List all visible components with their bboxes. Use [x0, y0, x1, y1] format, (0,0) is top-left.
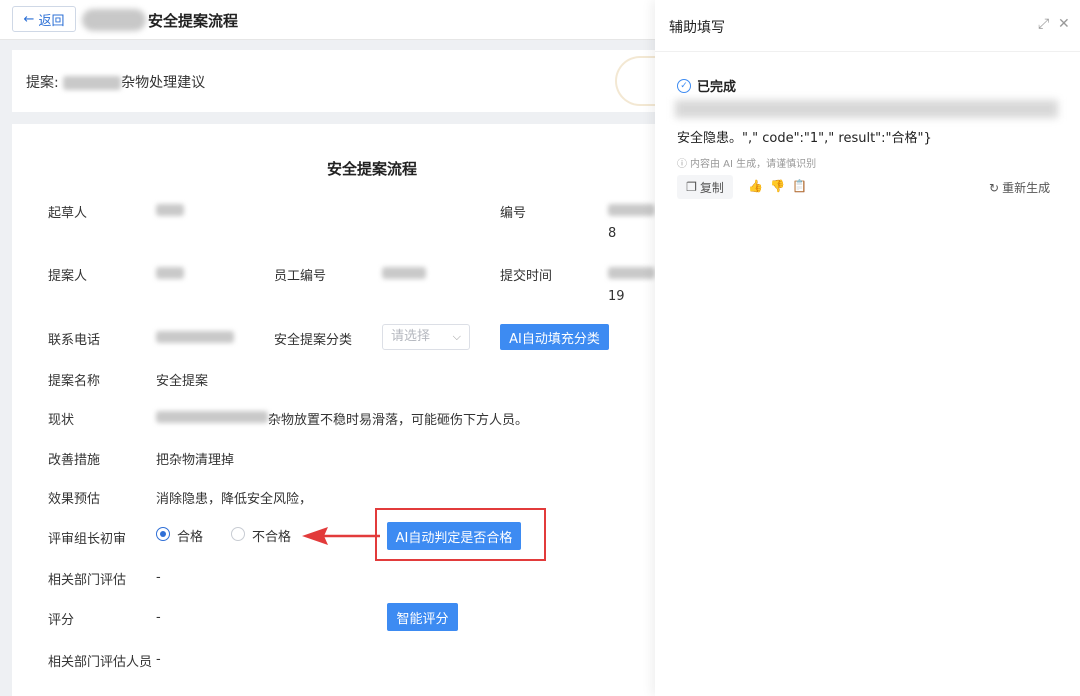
review-label: 评审组长初审 — [48, 532, 127, 547]
refresh-icon: ↻ — [989, 180, 1000, 195]
ai-fill-category-button[interactable]: AI自动填充分类 — [500, 324, 609, 350]
number-value — [608, 204, 655, 216]
arrow-left-icon: ← — [23, 11, 35, 27]
submit-time-label: 提交时间 — [500, 269, 553, 284]
redacted-result-line — [675, 100, 1058, 118]
phone-label: 联系电话 — [48, 333, 101, 348]
page-title: 安全提案流程 — [148, 12, 239, 30]
fail-label: 不合格 — [252, 530, 292, 545]
back-label: 返回 — [38, 13, 65, 29]
info-icon: ⓘ — [677, 159, 687, 170]
effect-value: 消除隐患，降低安全风险， — [156, 492, 313, 507]
number-label: 编号 — [500, 206, 527, 221]
proposal-name-value: 安全提案 — [156, 374, 209, 389]
status-label: 现状 — [48, 413, 75, 428]
score-label: 评分 — [48, 613, 75, 628]
form-title: 安全提案流程 — [326, 160, 417, 178]
ai-judge-button[interactable]: AI自动判定是否合格 — [387, 522, 521, 550]
redacted-title-prefix — [82, 9, 146, 31]
close-icon[interactable]: ✕ — [1058, 16, 1070, 32]
category-select[interactable]: 请选择 ⌵ — [382, 324, 470, 350]
pass-radio[interactable] — [156, 527, 170, 541]
improve-value: 把杂物清理掉 — [156, 453, 235, 468]
status-value: 杂物放置不稳时易滑落，可能砸伤下方人员。 — [268, 413, 529, 428]
regenerate-label: 重新生成 — [1002, 181, 1051, 195]
proposal-header-card: 提案: 杂物处理建议 — [12, 50, 655, 112]
proposal-name: 提案: 杂物处理建议 — [26, 72, 205, 92]
pointer-arrow-icon — [302, 527, 380, 545]
drafter-label: 起草人 — [48, 206, 88, 221]
assistant-panel-header: 辅助填写 ⤢ ✕ — [655, 0, 1080, 52]
copy-icon: ❐ — [686, 180, 697, 194]
dept-person-value: - — [156, 652, 161, 667]
status-row: ✓ 已完成 — [677, 76, 736, 95]
back-button[interactable]: ← 返回 — [12, 6, 76, 32]
seal-watermark — [615, 56, 655, 106]
copy-button[interactable]: ❐ 复制 — [677, 175, 733, 199]
improve-label: 改善措施 — [48, 453, 101, 468]
fail-radio[interactable] — [231, 527, 245, 541]
phone-value — [156, 331, 234, 343]
drafter-value — [156, 204, 184, 216]
employee-no-label: 员工编号 — [274, 269, 327, 284]
dept-eval-label: 相关部门评估 — [48, 573, 127, 588]
dept-eval-value: - — [156, 570, 161, 585]
proposal-name-suffix: 杂物处理建议 — [121, 75, 206, 91]
redacted-text — [63, 76, 122, 90]
assistant-panel: 辅助填写 ⤢ ✕ ✓ 已完成 安全隐患。"," code":"1"," resu… — [655, 0, 1080, 696]
proposer-label: 提案人 — [48, 269, 88, 284]
proposal-form: 安全提案流程 起草人 编号 8 提案人 员工编号 提交时间 19 联系电话 安全… — [12, 124, 655, 696]
proposer-value — [156, 267, 184, 279]
category-label: 安全提案分类 — [274, 333, 353, 348]
check-circle-icon: ✓ — [677, 78, 691, 93]
result-text: 安全隐患。"," code":"1"," result":"合格"} — [677, 131, 932, 146]
clipboard-icon[interactable]: 📋 — [792, 179, 807, 193]
copy-label: 复制 — [699, 180, 724, 195]
assistant-title: 辅助填写 — [669, 20, 725, 36]
dept-person-label: 相关部门评估人员 — [48, 655, 153, 670]
employee-no-value — [382, 267, 426, 279]
number-value-tail: 8 — [608, 226, 617, 241]
category-placeholder: 请选择 — [391, 329, 431, 344]
thumbs-down-icon[interactable]: 👎 — [770, 179, 785, 193]
proposal-name-label: 提案名称 — [48, 374, 101, 389]
status-redacted — [156, 411, 268, 423]
proposal-prefix: 提案: — [26, 75, 59, 91]
pass-label: 合格 — [177, 530, 204, 545]
regenerate-button[interactable]: ↻ 重新生成 — [989, 179, 1050, 196]
thumbs-up-icon[interactable]: 👍 — [748, 179, 763, 193]
ai-note: ⓘ 内容由 AI 生成，请谨慎识别 — [677, 155, 816, 170]
ai-note-text: 内容由 AI 生成，请谨慎识别 — [690, 159, 817, 170]
expand-icon[interactable]: ⤢ — [1038, 16, 1049, 32]
submit-time-value — [608, 267, 655, 279]
score-value: - — [156, 610, 161, 625]
smart-score-button[interactable]: 智能评分 — [387, 603, 458, 631]
chevron-down-icon: ⌵ — [452, 330, 461, 343]
effect-label: 效果预估 — [48, 492, 101, 507]
status-text: 已完成 — [697, 80, 737, 95]
top-bar: ← 返回 安全提案流程 — [0, 0, 655, 40]
submit-time-tail: 19 — [608, 289, 625, 304]
